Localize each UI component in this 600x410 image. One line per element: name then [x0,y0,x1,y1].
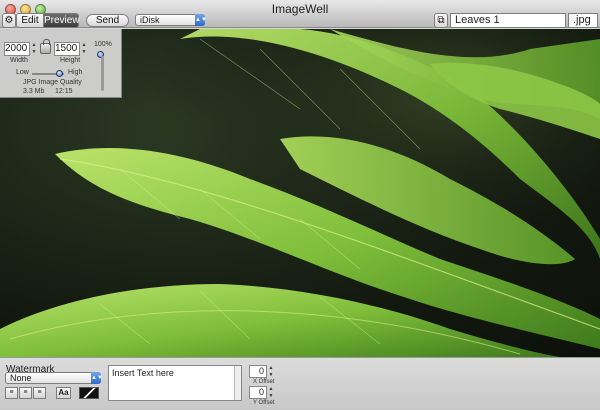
width-label: Width [10,57,28,64]
height-label: Height [60,57,81,64]
filename-field[interactable]: Leaves 1 [450,13,566,28]
width-field[interactable]: 2000 [4,42,30,56]
lock-icon[interactable] [40,39,51,54]
title-bar: ImageWell ⚙ Edit Preview Send iDisk ▲▼ ⧉… [0,0,600,28]
extension-field[interactable]: .jpg [568,13,598,28]
align-right-icon[interactable]: ≡ [33,387,46,399]
width-stepper[interactable]: ▲ ▼ [31,42,37,56]
x-offset-label: X Offset [253,379,275,385]
watermark-panel: Watermark None ▲▼ ≡ ≡ ≡ Aa Insert Text h… [0,357,600,410]
font-button[interactable]: Aa [56,387,71,399]
quality-slider-knob[interactable] [56,70,63,77]
quality-high-label: High [68,69,83,76]
height-stepper[interactable]: ▲ ▼ [81,42,87,56]
folder-icon[interactable]: ⧉ [434,13,448,28]
align-center-icon[interactable]: ≡ [19,387,32,399]
watermark-selection: None [10,373,32,383]
tools-icon[interactable]: ⚙ [2,13,16,28]
quality-caption: JPG Image Quality [23,79,82,86]
color-well[interactable] [79,387,99,399]
zoom-slider-track[interactable] [101,56,104,91]
text-scrollbar[interactable] [234,366,241,400]
time-label: 12:15 [55,88,73,95]
destination-label: iDisk [140,15,160,25]
preview-tab[interactable]: Preview [43,13,80,28]
zoom-label: 100% [94,41,112,48]
y-offset-label: Y Offset [253,400,275,406]
x-offset-field[interactable]: 0 [249,365,267,378]
resize-panel: 2000 ▲ ▼ 1500 ▲ ▼ Width Height 100% Low Hi… [0,29,122,98]
edit-tab[interactable]: Edit [16,13,44,28]
file-size: 3.3 Mb [23,88,45,95]
y-offset-stepper[interactable]: ▲ ▼ [268,386,274,399]
send-button[interactable]: Send [86,14,129,27]
y-offset-field[interactable]: 0 [249,386,267,399]
chevron-down-icon: ▲▼ [91,372,103,384]
watermark-text: Insert Text here [112,368,174,378]
chevron-down-icon: ▲▼ [195,14,207,26]
height-field[interactable]: 1500 [54,42,80,56]
watermark-popup[interactable]: None ▲▼ [5,372,103,384]
quality-low-label: Low [16,69,29,76]
destination-popup[interactable]: iDisk ▲▼ [135,14,207,26]
align-left-icon[interactable]: ≡ [5,387,18,399]
x-offset-stepper[interactable]: ▲ ▼ [268,365,274,378]
watermark-text-area[interactable]: Insert Text here [108,365,242,401]
